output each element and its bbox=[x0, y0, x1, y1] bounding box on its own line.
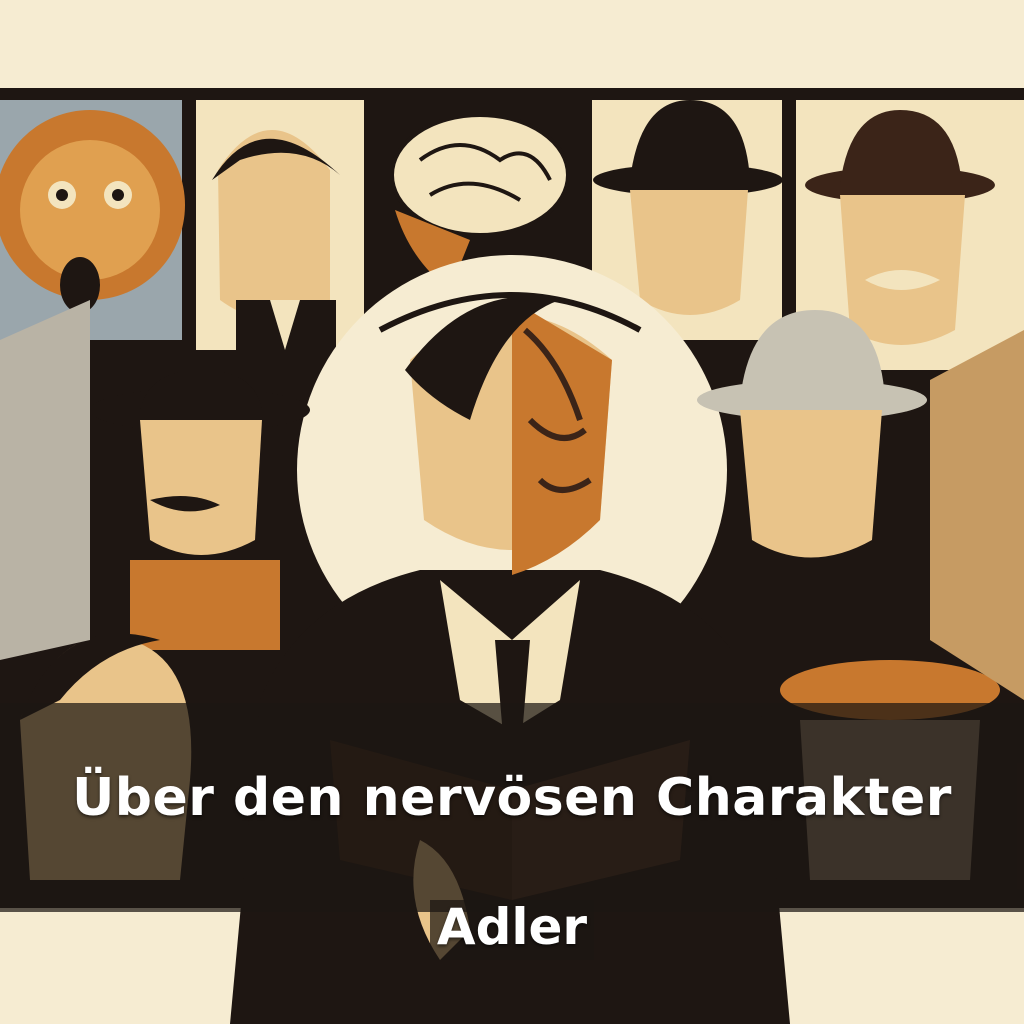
cover-title: Über den nervösen Charakter bbox=[72, 768, 952, 828]
cover-author: Adler bbox=[436, 898, 588, 956]
left-room-scenery bbox=[0, 300, 90, 660]
right-room-scenery bbox=[930, 330, 1024, 700]
portrait-screaming-mask-panel bbox=[0, 100, 185, 340]
portrait-young-man-panel bbox=[196, 100, 364, 360]
